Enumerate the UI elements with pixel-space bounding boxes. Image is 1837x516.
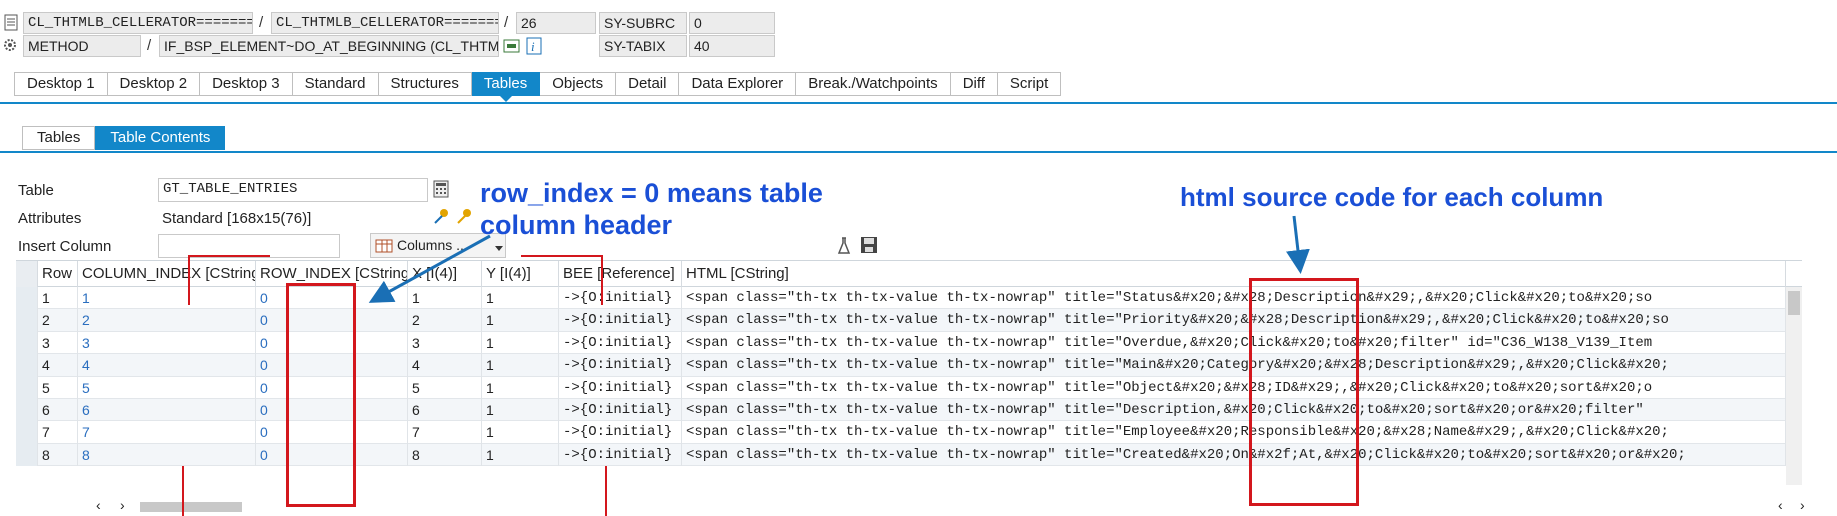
marker-line [605, 466, 607, 516]
row-index-highlight-box [286, 283, 356, 507]
marker-line [182, 466, 184, 516]
marker-line [601, 255, 603, 305]
marker-line [188, 255, 270, 257]
html-title-highlight-box [1249, 278, 1359, 506]
marker-line [188, 255, 190, 305]
annotation-arrows [368, 215, 1310, 303]
marker-line [521, 255, 603, 257]
